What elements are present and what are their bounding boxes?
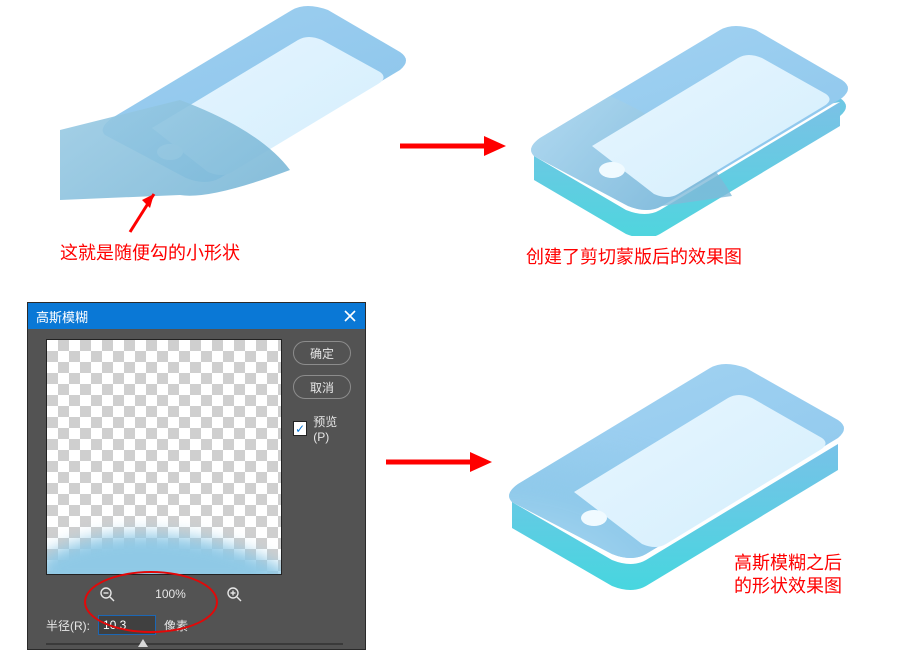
annotation-after-blur-line1: 高斯模糊之后 [734,553,842,573]
close-icon[interactable] [343,309,357,323]
gaussian-blur-dialog: 高斯模糊 确定 取消 ✓ 预览(P) [28,303,365,649]
preview-checkbox[interactable]: ✓ [293,421,307,436]
annotation-after-blur-line2: 的形状效果图 [734,576,842,596]
radius-row: 半径(R): 10.3 像素 [46,615,188,635]
dialog-titlebar[interactable]: 高斯模糊 [28,303,365,329]
zoom-level: 100% [155,587,186,601]
slider-track [46,643,343,645]
arrow-to-shape [126,186,160,236]
dialog-side-buttons: 确定 取消 ✓ 预览(P) [293,341,351,444]
radius-value: 10.3 [103,618,126,632]
zoom-in-icon[interactable] [226,586,242,602]
annotation-after-clip-text: 创建了剪切蒙版后的效果图 [526,247,742,267]
ok-button-label: 确定 [310,345,334,362]
radius-input[interactable]: 10.3 [98,615,156,635]
dialog-body: 确定 取消 ✓ 预览(P) 100% 半径(R): [28,329,365,649]
zoom-controls: 100% [46,581,295,607]
preview-checkbox-row[interactable]: ✓ 预览(P) [293,413,351,444]
zoom-out-icon[interactable] [99,586,115,602]
slider-thumb[interactable] [138,639,148,647]
preview-blurred-shape [46,518,282,575]
annotation-after-blur: 高斯模糊之后 的形状效果图 [734,552,884,599]
annotation-after-clip: 创建了剪切蒙版后的效果图 [526,246,742,269]
preview-area[interactable] [46,339,282,575]
radius-unit: 像素 [164,617,188,634]
cancel-button-label: 取消 [310,379,334,396]
annotation-shape-note-text: 这就是随便勾的小形状 [60,243,240,263]
arrow-top [398,132,508,160]
annotation-shape-note: 这就是随便勾的小形状 [60,242,240,265]
phone-step-shape [60,0,420,230]
radius-label: 半径(R): [46,617,90,634]
cancel-button[interactable]: 取消 [293,375,351,399]
check-icon: ✓ [295,423,305,435]
ok-button[interactable]: 确定 [293,341,351,365]
preview-checkbox-label: 预览(P) [313,413,351,444]
dialog-title-text: 高斯模糊 [36,307,88,326]
phone-step-clipped [500,6,870,236]
radius-slider[interactable] [46,639,343,649]
